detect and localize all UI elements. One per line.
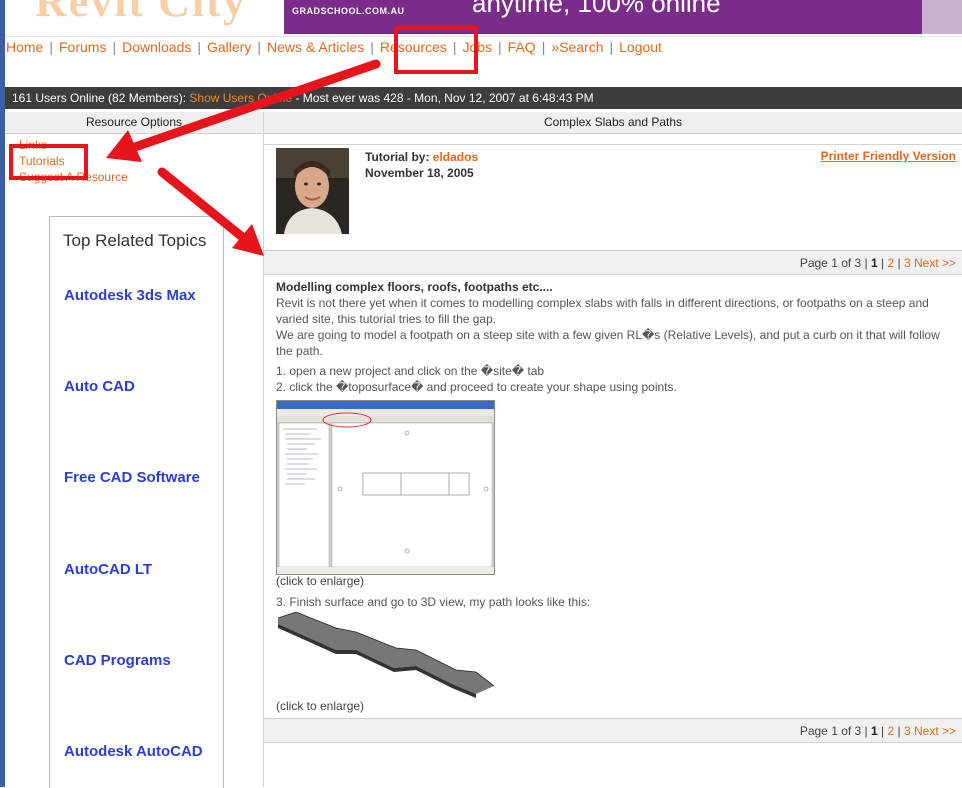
pager-sep: | (894, 256, 904, 270)
banner-graphic (922, 0, 962, 34)
author-link[interactable]: eldados (433, 150, 478, 164)
nav-separator: | (112, 39, 117, 55)
nav-separator: | (257, 39, 261, 55)
author-avatar[interactable] (276, 148, 349, 234)
banner-slogan: anytime, 100% online (472, 0, 721, 18)
step-3: 3. Finish surface and go to 3D view, my … (276, 595, 591, 609)
article-paragraph: We are going to model a footpath on a st… (276, 328, 940, 358)
by-label: Tutorial by: (365, 150, 433, 164)
related-topic-link[interactable]: CAD Programs (64, 652, 171, 669)
nav-search[interactable]: »Search (551, 39, 603, 55)
pager-sep: | (877, 724, 888, 738)
resource-link-links[interactable]: Links (19, 138, 47, 152)
pager-sep: | (877, 256, 888, 270)
row-divider (264, 144, 962, 145)
nav-gallery[interactable]: Gallery (207, 39, 251, 55)
related-topic-link[interactable]: Autodesk AutoCAD (64, 743, 203, 760)
nav-separator: | (541, 39, 546, 55)
related-topic-link[interactable]: Free CAD Software (64, 469, 200, 486)
users-online-bar: 161 Users Online (82 Members): Show User… (5, 87, 962, 109)
pager-current: 1 (871, 724, 878, 738)
pager-label: Page 1 of 3 | (799, 724, 871, 738)
step-1: 1. open a new project and click on the �… (276, 364, 545, 378)
nav-forums[interactable]: Forums (59, 39, 106, 55)
top-related-topics-box: Top Related Topics Autodesk 3ds Max Auto… (49, 216, 224, 788)
nav-separator: | (49, 39, 53, 55)
users-online-count: 161 Users Online (82 Members): (12, 91, 190, 105)
tutorial-title-header: Complex Slabs and Paths (264, 112, 962, 134)
related-topic-link[interactable]: Auto CAD (64, 378, 135, 395)
nav-separator: | (197, 39, 201, 55)
nav-divider (5, 36, 962, 37)
click-to-enlarge-caption[interactable]: (click to enlarge) (276, 574, 364, 588)
related-topic-link[interactable]: AutoCAD LT (64, 561, 152, 578)
banner-site-url: GRADSCHOOL.COM.AU (292, 6, 405, 16)
resource-link-suggest[interactable]: Suggest A Resource (19, 170, 128, 184)
nav-resources[interactable]: Resources (380, 39, 447, 55)
pager-sep: | (894, 724, 904, 738)
related-topics-title: Top Related Topics (63, 231, 207, 250)
nav-separator: | (370, 39, 374, 55)
pagination-top: Page 1 of 3 | 1 | 2 | 3 Next >> (264, 250, 962, 275)
pager-current: 1 (871, 256, 878, 270)
nav-news-articles[interactable]: News & Articles (267, 39, 364, 55)
tutorial-content: Complex Slabs and Paths Tutorial by: eld… (264, 112, 962, 787)
nav-separator: | (609, 39, 614, 55)
resource-link-tutorials[interactable]: Tutorials (19, 154, 65, 168)
nav-separator: | (498, 39, 502, 55)
nav-separator: | (452, 39, 457, 55)
article-paragraph: Revit is not there yet when it comes to … (276, 296, 929, 326)
ad-banner[interactable]: GRADSCHOOL.COM.AU anytime, 100% online (284, 0, 962, 34)
pager-next[interactable]: 3 Next >> (904, 256, 956, 270)
article-body: Modelling complex floors, roofs, footpat… (276, 279, 952, 395)
tutorial-byline: Tutorial by: eldados November 18, 2005 (365, 149, 478, 181)
search-chevron-icon: » (551, 39, 560, 55)
footpath-3d-thumbnail[interactable] (276, 610, 495, 700)
tutorial-date: November 18, 2005 (365, 166, 474, 180)
nav-downloads[interactable]: Downloads (122, 39, 191, 55)
step-2: 2. click the �toposurface� and proceed t… (276, 380, 677, 394)
nav-home[interactable]: Home (6, 39, 43, 55)
pager-label: Page 1 of 3 | (799, 256, 871, 270)
pagination-bottom: Page 1 of 3 | 1 | 2 | 3 Next >> (264, 718, 962, 743)
nav-logout[interactable]: Logout (619, 39, 662, 55)
related-topic-link[interactable]: Autodesk 3ds Max (64, 287, 196, 304)
nav-search-label: Search (559, 39, 604, 55)
resource-options-header: Resource Options (5, 112, 263, 134)
most-ever-text: - Most ever was 428 - Mon, Nov 12, 2007 … (292, 91, 594, 105)
printer-friendly-link[interactable]: Printer Friendly Version (821, 149, 956, 163)
nav-faq[interactable]: FAQ (508, 39, 536, 55)
nav-links: Home | Forums | Downloads | Gallery | News & Art… (6, 39, 662, 55)
article-title: Modelling complex floors, roofs, footpat… (276, 280, 553, 294)
show-users-online-link[interactable]: Show Users Online (189, 91, 292, 105)
pager-next[interactable]: 3 Next >> (904, 724, 956, 738)
toposurface-screenshot-thumbnail[interactable] (276, 400, 495, 575)
click-to-enlarge-caption[interactable]: (click to enlarge) (276, 699, 364, 713)
nav-jobs[interactable]: Jobs (462, 39, 492, 55)
site-logo[interactable]: Revit City (5, 0, 280, 34)
logo-text: Revit City (35, 0, 247, 26)
